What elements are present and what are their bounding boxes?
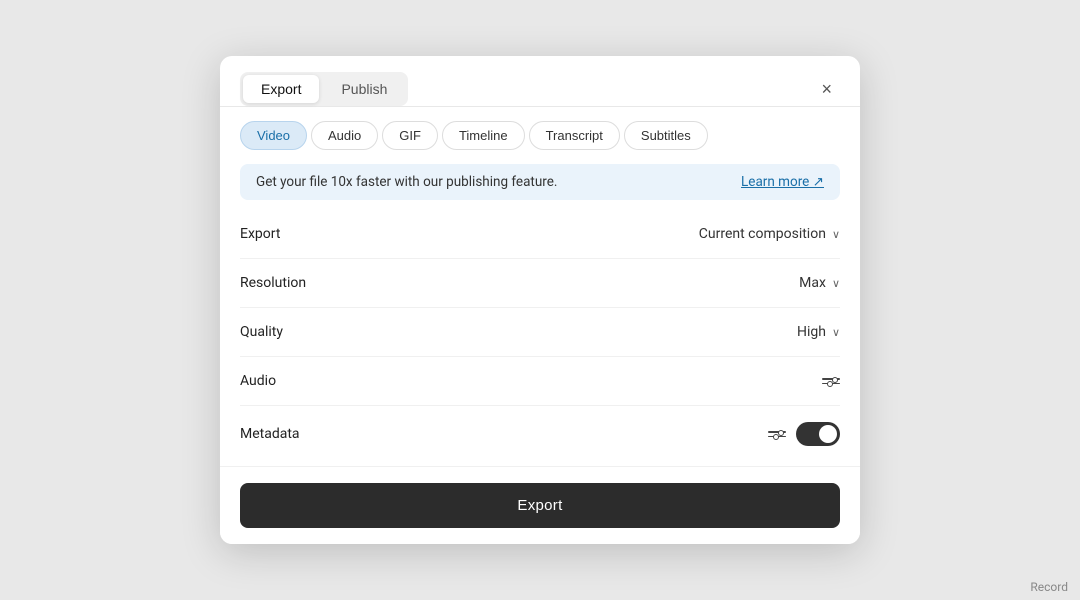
setting-row-metadata: Metadata — [240, 406, 840, 462]
metadata-icons — [768, 422, 840, 446]
quality-value-btn[interactable]: High ∨ — [797, 324, 840, 340]
main-tab-group: Export Publish — [240, 72, 408, 106]
setting-row-audio: Audio — [240, 357, 840, 406]
quality-label: Quality — [240, 324, 283, 340]
metadata-adjust-icon[interactable] — [768, 431, 786, 437]
export-button[interactable]: Export — [240, 483, 840, 528]
resolution-chevron-icon: ∨ — [832, 277, 840, 290]
export-value-text: Current composition — [699, 226, 826, 242]
sub-tab-transcript[interactable]: Transcript — [529, 121, 620, 150]
modal-header: Export Publish × — [220, 56, 860, 107]
tab-export[interactable]: Export — [243, 75, 319, 103]
modal-overlay: Export Publish × Video Audio GIF Timelin… — [0, 0, 1080, 600]
setting-row-resolution: Resolution Max ∨ — [240, 259, 840, 308]
export-modal: Export Publish × Video Audio GIF Timelin… — [220, 56, 860, 544]
audio-icons — [822, 378, 840, 384]
sub-tab-subtitles[interactable]: Subtitles — [624, 121, 708, 150]
info-banner: Get your file 10x faster with our publis… — [240, 164, 840, 200]
learn-more-link[interactable]: Learn more ↗ — [741, 174, 824, 190]
record-label: Record — [1030, 580, 1068, 594]
audio-adjust-icon[interactable] — [822, 378, 840, 384]
sub-tab-gif[interactable]: GIF — [382, 121, 438, 150]
export-label: Export — [240, 226, 280, 242]
sub-tab-timeline[interactable]: Timeline — [442, 121, 525, 150]
quality-chevron-icon: ∨ — [832, 326, 840, 339]
export-value-btn[interactable]: Current composition ∨ — [699, 226, 840, 242]
metadata-toggle[interactable] — [796, 422, 840, 446]
settings-section: Export Current composition ∨ Resolution … — [220, 206, 860, 466]
sub-tab-video[interactable]: Video — [240, 121, 307, 150]
setting-row-quality: Quality High ∨ — [240, 308, 840, 357]
resolution-value-text: Max — [799, 275, 826, 291]
setting-row-export: Export Current composition ∨ — [240, 210, 840, 259]
modal-footer: Export — [220, 466, 860, 544]
bottom-bar: Record — [1018, 574, 1080, 600]
tab-publish[interactable]: Publish — [323, 75, 405, 103]
quality-value-text: High — [797, 324, 826, 340]
resolution-label: Resolution — [240, 275, 306, 291]
export-chevron-icon: ∨ — [832, 228, 840, 241]
resolution-value-btn[interactable]: Max ∨ — [799, 275, 840, 291]
audio-label: Audio — [240, 373, 276, 389]
banner-text: Get your file 10x faster with our publis… — [256, 174, 557, 190]
sub-tabs-container: Video Audio GIF Timeline Transcript Subt… — [220, 107, 860, 150]
close-button[interactable]: × — [813, 76, 840, 102]
metadata-label: Metadata — [240, 426, 300, 442]
sub-tab-audio[interactable]: Audio — [311, 121, 378, 150]
